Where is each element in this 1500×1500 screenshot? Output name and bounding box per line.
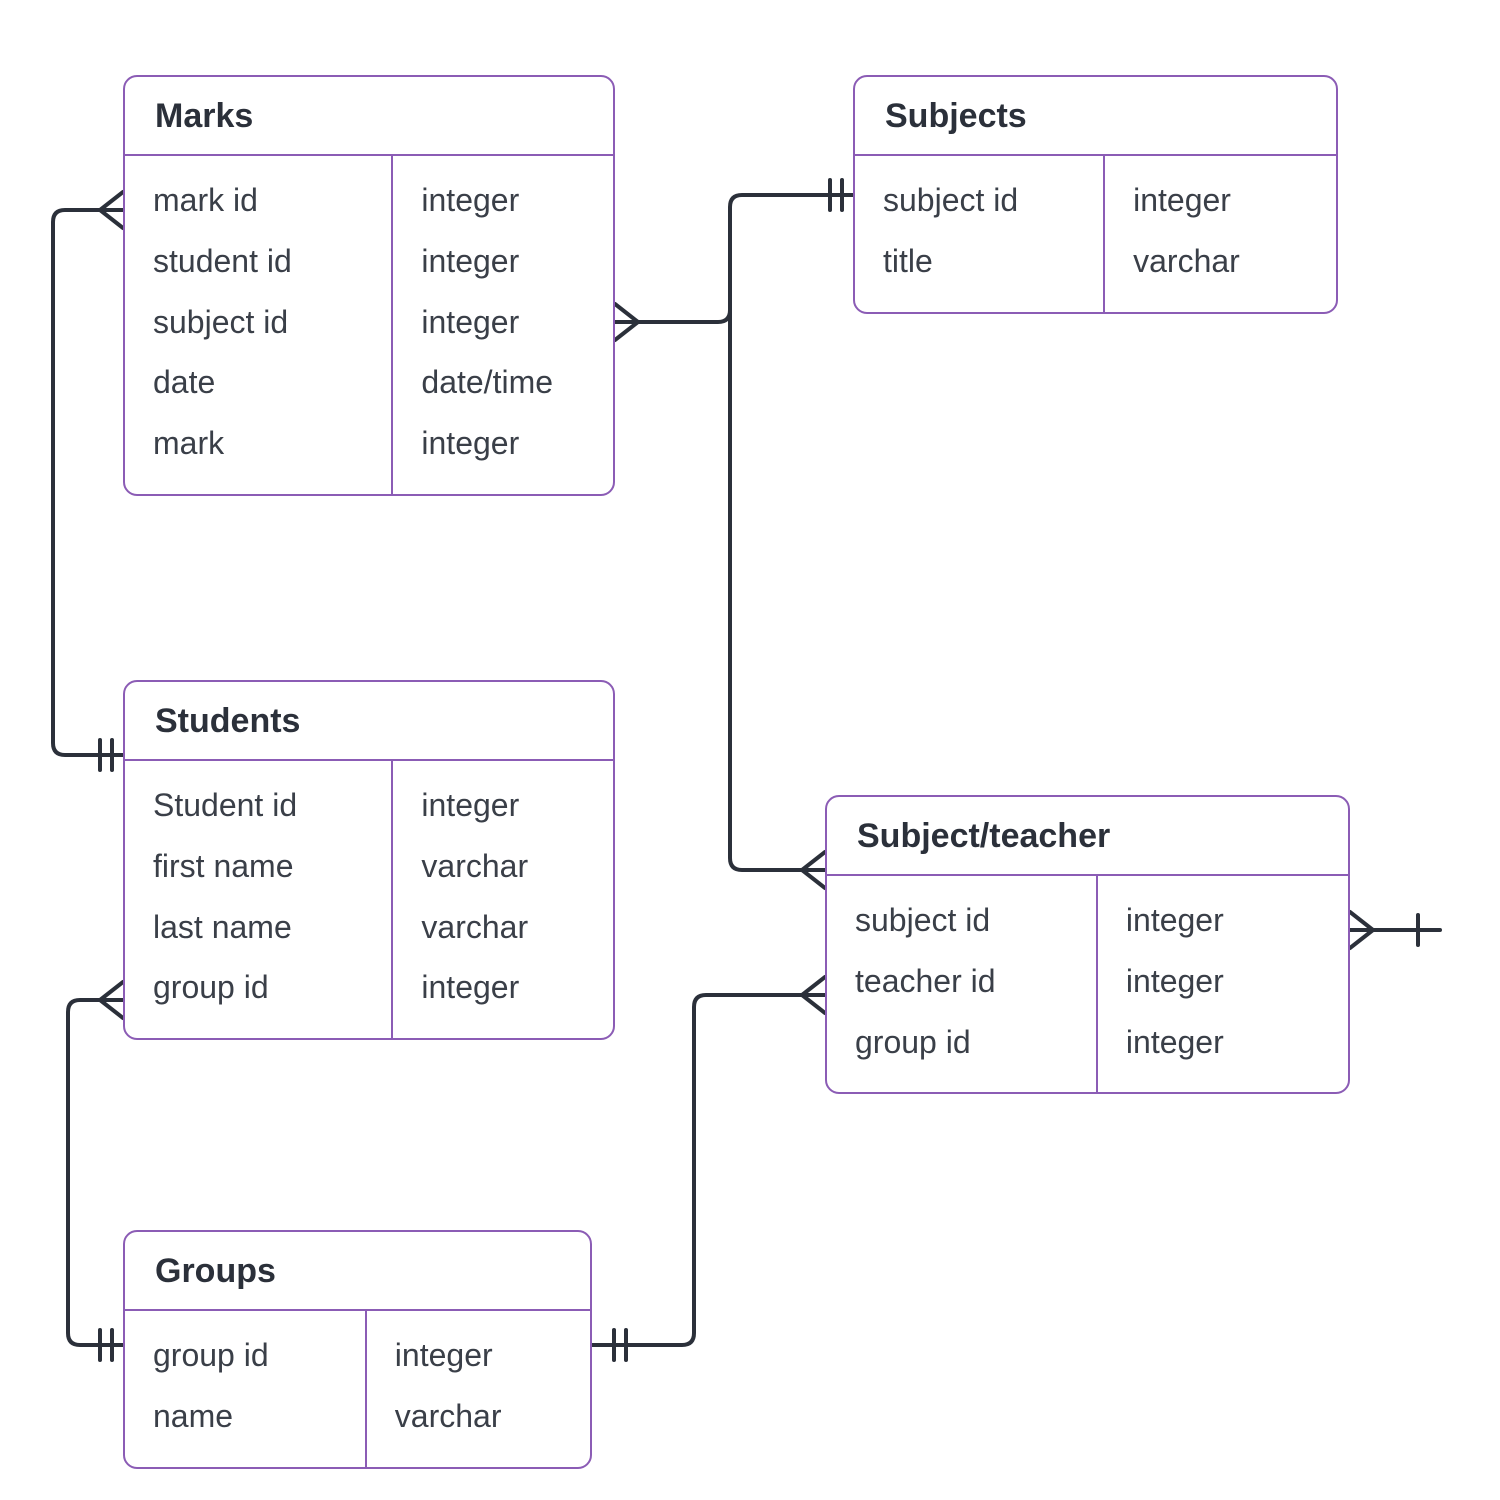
entity-title: Subject/teacher [827,797,1348,876]
field-type: integer [1126,951,1320,1012]
entity-title: Groups [125,1232,590,1311]
field-type: integer [1133,170,1308,231]
field-type: integer [421,292,585,353]
field-name: name [153,1386,337,1447]
entity-title: Subjects [855,77,1336,156]
field-name: title [883,231,1075,292]
field-type: varchar [421,897,585,958]
field-type: integer [395,1325,562,1386]
entity-groups: Groups group id name integer varchar [123,1230,592,1469]
entity-students: Students Student id first name last name… [123,680,615,1040]
entity-title: Marks [125,77,613,156]
field-name: mark id [153,170,363,231]
field-name: subject id [153,292,363,353]
entity-subject-teacher: Subject/teacher subject id teacher id gr… [825,795,1350,1094]
field-type: integer [421,413,585,474]
field-type: integer [1126,890,1320,951]
field-name: group id [855,1012,1068,1073]
field-name: group id [153,957,363,1018]
field-name: group id [153,1325,337,1386]
field-type: integer [421,170,585,231]
field-name: Student id [153,775,363,836]
field-type: integer [421,957,585,1018]
field-name: first name [153,836,363,897]
field-type: integer [421,775,585,836]
entity-marks: Marks mark id student id subject id date… [123,75,615,496]
field-name: last name [153,897,363,958]
field-name: mark [153,413,363,474]
field-type: varchar [395,1386,562,1447]
field-name: date [153,352,363,413]
field-name: student id [153,231,363,292]
field-type: varchar [421,836,585,897]
entity-title: Students [125,682,613,761]
field-type: date/time [421,352,585,413]
field-name: teacher id [855,951,1068,1012]
field-name: subject id [855,890,1068,951]
field-type: integer [421,231,585,292]
field-type: varchar [1133,231,1308,292]
field-type: integer [1126,1012,1320,1073]
entity-subjects: Subjects subject id title integer varcha… [853,75,1338,314]
field-name: subject id [883,170,1075,231]
